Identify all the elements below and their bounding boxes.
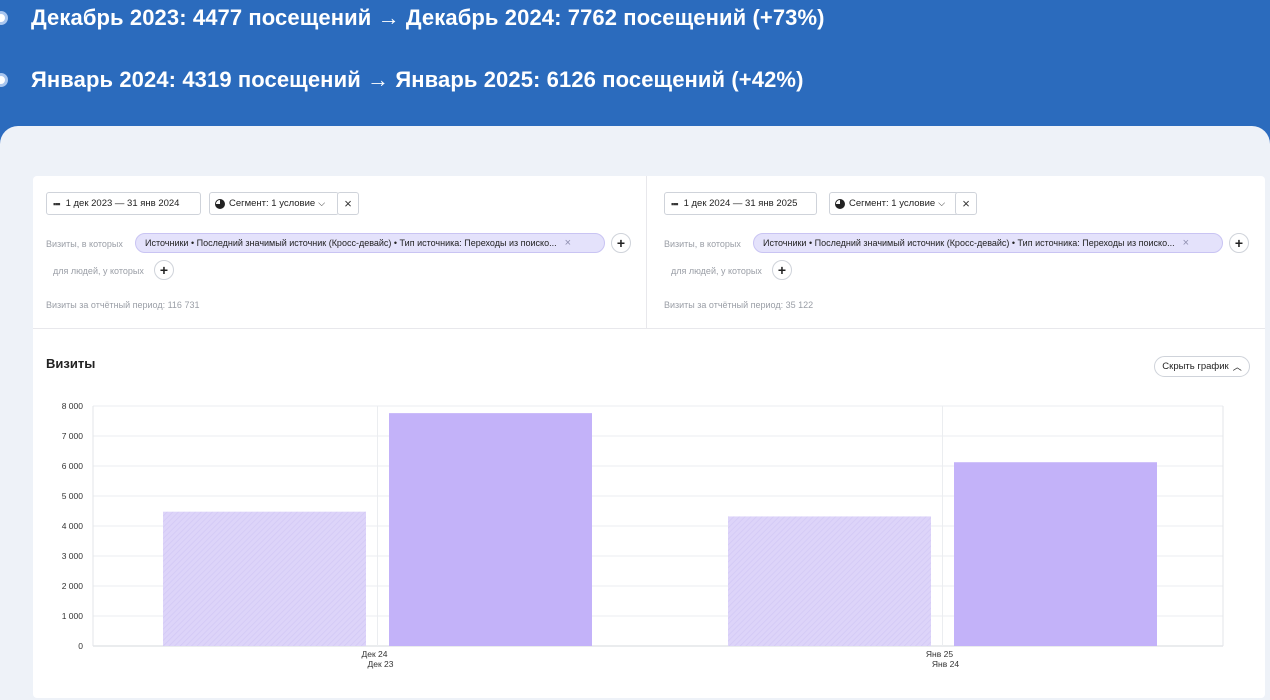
add-people-filter-button[interactable]: + — [772, 260, 792, 280]
visits-filter-label: Визиты, в которых — [46, 239, 123, 249]
chart-title: Визиты — [46, 356, 96, 371]
filter-chip-label: Источники • Последний значимый источник … — [763, 238, 1175, 248]
people-filter-label: для людей, у которых — [53, 266, 144, 276]
summary-text: Декабрь 2023: 4477 посещений → Декабрь 2… — [31, 5, 825, 30]
plus-icon: + — [777, 262, 787, 278]
visits-filter-label: Визиты, в которых — [664, 239, 741, 249]
chevron-down-icon: ⌵ — [938, 198, 946, 208]
filter-chip-label: Источники • Последний значимый источник … — [145, 238, 557, 248]
plus-icon: + — [1234, 235, 1244, 251]
y-tick-label: 3 000 — [62, 551, 84, 561]
segment-dropdown[interactable]: Сегмент: 1 условие ⌵ — [209, 192, 339, 215]
date-range-button[interactable]: ▪▪▪ 1 дек 2024 — 31 янв 2025 — [664, 192, 817, 215]
summary-banner: Декабрь 2023: 4477 посещений → Декабрь 2… — [0, 0, 1270, 130]
calendar-icon: ▪▪▪ — [53, 198, 61, 209]
pie-chart-icon — [835, 198, 845, 209]
date-range-button[interactable]: ▪▪▪ 1 дек 2023 — 31 янв 2024 — [46, 192, 201, 215]
bullet-icon — [0, 73, 8, 87]
hide-chart-button[interactable]: Скрыть график ︿ — [1154, 356, 1250, 377]
close-icon: × — [344, 196, 352, 211]
period-total: Визиты за отчётный период: 35 122 — [664, 300, 814, 310]
y-tick-label: 6 000 — [62, 461, 84, 471]
x-tick-label: Янв 25 — [926, 649, 953, 659]
summary-text: Январь 2024: 4319 посещений → Январь 202… — [31, 67, 804, 92]
y-tick-label: 0 — [78, 641, 83, 651]
calendar-icon: ▪▪▪ — [671, 198, 679, 209]
bar — [954, 462, 1157, 646]
plus-icon: + — [159, 262, 169, 278]
metrika-report-card: ▪▪▪ 1 дек 2023 — 31 янв 2024 Сегмент: 1 … — [33, 176, 1265, 698]
date-range-label: 1 дек 2023 — 31 янв 2024 — [65, 198, 180, 209]
y-tick-label: 2 000 — [62, 581, 84, 591]
bar — [389, 413, 592, 646]
hide-chart-label: Скрыть график — [1162, 361, 1229, 372]
pie-chart-icon — [215, 198, 225, 209]
filter-chip[interactable]: Источники • Последний значимый источник … — [753, 233, 1223, 253]
bullet-icon — [0, 11, 8, 25]
screenshot-panel: ▪▪▪ 1 дек 2023 — 31 янв 2024 Сегмент: 1 … — [0, 126, 1270, 700]
date-range-label: 1 дек 2024 — 31 янв 2025 — [683, 198, 798, 209]
left-period-settings: ▪▪▪ 1 дек 2023 — 31 янв 2024 Сегмент: 1 … — [33, 176, 647, 328]
close-icon[interactable]: × — [1183, 237, 1189, 249]
close-icon: × — [962, 196, 970, 211]
plus-icon: + — [616, 235, 626, 251]
add-people-filter-button[interactable]: + — [154, 260, 174, 280]
y-tick-label: 8 000 — [62, 401, 84, 411]
right-period-settings: ▪▪▪ 1 дек 2024 — 31 янв 2025 Сегмент: 1 … — [647, 176, 1265, 328]
y-tick-label: 1 000 — [62, 611, 84, 621]
x-tick-label: Дек 23 — [367, 659, 393, 669]
people-filter-label: для людей, у которых — [671, 266, 762, 276]
clear-segment-button[interactable]: × — [337, 192, 359, 215]
x-tick-label: Дек 24 — [361, 649, 387, 659]
x-tick-label: Янв 24 — [932, 659, 959, 669]
bar — [728, 516, 931, 646]
y-tick-label: 5 000 — [62, 491, 84, 501]
add-filter-button[interactable]: + — [611, 233, 631, 253]
y-tick-label: 4 000 — [62, 521, 84, 531]
clear-segment-button[interactable]: × — [955, 192, 977, 215]
y-tick-label: 7 000 — [62, 431, 84, 441]
segment-label: Сегмент: 1 условие — [849, 198, 936, 209]
period-total: Визиты за отчётный период: 116 731 — [46, 300, 200, 310]
close-icon[interactable]: × — [565, 237, 571, 249]
segment-dropdown[interactable]: Сегмент: 1 условие ⌵ — [829, 192, 959, 215]
add-filter-button[interactable]: + — [1229, 233, 1249, 253]
section-divider — [33, 328, 1265, 329]
filter-chip[interactable]: Источники • Последний значимый источник … — [135, 233, 605, 253]
visits-bar-chart: 0 1 000 2 000 3 000 4 000 5 000 6 000 7 000 8 00… — [62, 401, 1224, 669]
segment-label: Сегмент: 1 условие — [229, 198, 316, 209]
chevron-up-icon: ︿ — [1232, 362, 1242, 372]
bar — [163, 511, 366, 646]
chevron-down-icon: ⌵ — [318, 198, 326, 208]
